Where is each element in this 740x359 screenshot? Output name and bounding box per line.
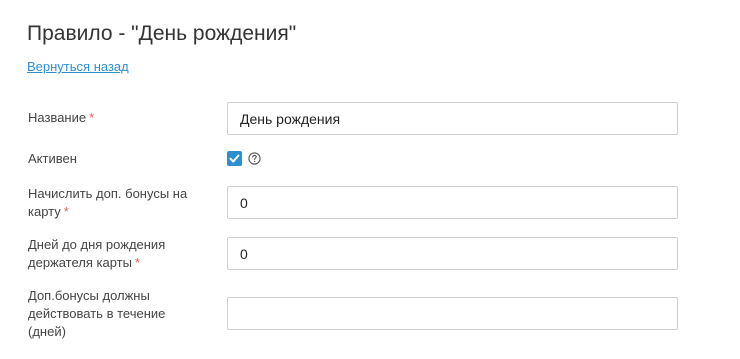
validity-label: Доп.бонусы должны действовать в течение … xyxy=(28,288,166,339)
required-mark: * xyxy=(89,110,95,125)
required-mark: * xyxy=(63,204,69,219)
question-circle-icon[interactable] xyxy=(248,152,261,165)
bonus-label-text: Начислить доп. бонусы на карту xyxy=(28,186,188,219)
name-label-text: Название xyxy=(28,110,87,125)
name-input[interactable] xyxy=(227,102,678,135)
required-mark: * xyxy=(134,255,141,270)
days-before-input[interactable] xyxy=(227,237,678,270)
bonus-label: Начислить доп. бонусы на карту * xyxy=(28,185,208,221)
validity-input[interactable] xyxy=(227,297,678,330)
checkmark-icon xyxy=(229,154,240,163)
bonus-input[interactable] xyxy=(227,186,678,219)
name-label: Название * xyxy=(28,109,208,127)
back-link[interactable]: Вернуться назад xyxy=(27,59,129,74)
page-title: Правило - "День рождения" xyxy=(27,22,297,45)
days-before-label-text: Дней до дня рождения держателя карты xyxy=(28,237,166,270)
active-label: Активен xyxy=(28,151,77,166)
days-before-label: Дней до дня рождения держателя карты * xyxy=(28,236,208,272)
active-checkbox[interactable] xyxy=(227,151,242,166)
